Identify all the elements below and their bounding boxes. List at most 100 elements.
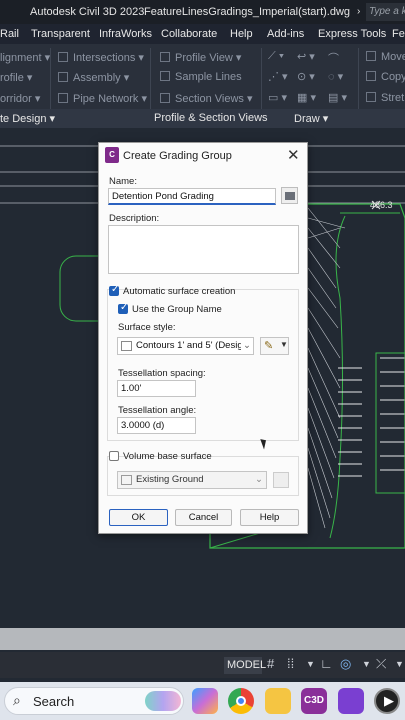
pick-surface-icon[interactable] <box>273 472 289 488</box>
name-input[interactable]: Detention Pond Grading <box>108 188 276 205</box>
use-group-name-checkbox[interactable] <box>118 302 128 314</box>
profile-view-tool[interactable]: Profile View ▾ <box>160 51 241 64</box>
arc-icon[interactable]: ⌒ <box>328 50 339 66</box>
file-title: FeatureLinesGradings_Imperial(start).dwg <box>144 6 351 18</box>
search-icon: ⌕ <box>13 692 21 708</box>
ortho-icon[interactable]: ∟ <box>320 656 333 671</box>
polyline-icon[interactable]: ↩ ▾ <box>297 50 315 63</box>
snap-icon[interactable]: ⁞⁞ <box>287 656 294 671</box>
cancel-button[interactable]: Cancel <box>175 509 232 526</box>
tab-rail[interactable]: Rail <box>0 28 19 40</box>
corridor-tool[interactable]: orridor ▾ <box>0 92 40 105</box>
move-tool[interactable]: Move <box>366 51 405 63</box>
copy-icon <box>366 71 376 81</box>
chevron-down-icon: ▼ <box>280 340 288 349</box>
panel-create-design[interactable]: te Design ▾ <box>0 112 55 125</box>
grid-icon[interactable]: # <box>267 656 274 671</box>
pipe-network-icon <box>58 93 68 103</box>
title-bar: Autodesk Civil 3D 2023 FeatureLinesGradi… <box>0 0 405 24</box>
tab-feature[interactable]: Fea <box>392 28 405 40</box>
tab-collaborate[interactable]: Collaborate <box>161 28 217 40</box>
profile-view-icon <box>160 52 170 62</box>
chevron-right-icon[interactable]: › <box>357 6 360 17</box>
chevron-down-icon: ⌄ <box>255 474 263 485</box>
name-label: Name: <box>109 176 137 187</box>
rectangle-icon[interactable]: ▭ ▾ <box>268 91 287 104</box>
coordinate-label: 486.3 <box>370 200 393 210</box>
help-search-input[interactable]: Type a ke <box>366 3 405 21</box>
panel-draw[interactable]: Draw ▾ <box>294 112 328 125</box>
taskbar-search[interactable]: ⌕ Search <box>4 687 184 715</box>
create-grading-group-dialog: C Create Grading Group ✕ Name: Detention… <box>98 142 308 534</box>
use-group-name-label: Use the Group Name <box>132 304 222 315</box>
surface-style-select[interactable]: Contours 1' and 5' (Desig ⌄ <box>117 337 254 355</box>
ribbon-separator <box>358 48 359 110</box>
section-views-tool[interactable]: Section Views ▾ <box>160 92 252 105</box>
intersections-icon <box>58 52 68 62</box>
base-surface-value: Existing Ground <box>136 474 204 485</box>
close-icon[interactable]: ✕ <box>287 146 300 164</box>
edit-style-button[interactable]: ✎ ▼ <box>260 337 289 355</box>
chevron-down-icon[interactable]: ▼ <box>306 659 315 669</box>
tab-transparent[interactable]: Transparent <box>31 28 90 40</box>
spline-icon[interactable]: ⋰ ▾ <box>268 70 288 83</box>
copilot-icon[interactable] <box>192 688 218 714</box>
assembly-label: Assembly ▾ <box>73 72 130 84</box>
panel-profile-section-views[interactable]: Profile & Section Views <box>154 112 268 124</box>
auto-surface-checkbox[interactable] <box>109 284 119 296</box>
tab-express-tools[interactable]: Express Tools <box>318 28 386 40</box>
polar-icon[interactable]: ◎ <box>340 656 351 672</box>
civil3d-app-icon: C <box>105 147 119 163</box>
chevron-down-icon[interactable]: ▼ <box>395 659 404 669</box>
tessellation-angle-input[interactable]: 3.0000 (d) <box>117 417 196 434</box>
ellipse-icon[interactable]: ◌ ▾ <box>328 70 343 83</box>
pipe-network-tool[interactable]: Pipe Network ▾ <box>58 92 147 105</box>
stretch-icon <box>366 92 376 102</box>
volume-base-label: Volume base surface <box>123 451 212 462</box>
intersections-tool[interactable]: Intersections ▾ <box>58 51 144 64</box>
tab-help[interactable]: Help <box>230 28 253 40</box>
ribbon-separator <box>261 48 262 110</box>
circle-icon[interactable]: ⊙ ▾ <box>297 70 315 83</box>
pick-icon[interactable] <box>281 187 298 204</box>
auto-surface-label: Automatic surface creation <box>123 286 236 297</box>
ribbon-separator <box>150 48 151 110</box>
profile-tool[interactable]: rofile ▾ <box>0 71 32 84</box>
gradient-icon[interactable]: ▤ ▾ <box>328 91 347 104</box>
section-views-label: Section Views ▾ <box>175 93 253 105</box>
tessellation-spacing-input[interactable]: 1.00' <box>117 380 196 397</box>
isodraft-icon[interactable]: ⤫ <box>376 656 386 672</box>
alignment-tool[interactable]: lignment ▾ <box>0 51 50 64</box>
surface-style-value: Contours 1' and 5' (Desig <box>136 340 243 351</box>
surface-style-label: Surface style: <box>118 322 176 333</box>
move-icon <box>366 51 376 61</box>
sample-lines-tool[interactable]: Sample Lines <box>160 71 242 83</box>
intersections-label: Intersections ▾ <box>73 52 144 64</box>
copy-tool[interactable]: Copy <box>366 71 405 83</box>
assembly-tool[interactable]: Assembly ▾ <box>58 71 129 84</box>
help-button[interactable]: Help <box>240 509 299 526</box>
tessellation-spacing-label: Tessellation spacing: <box>118 368 206 379</box>
chrome-icon[interactable] <box>228 688 254 714</box>
hatch-icon[interactable]: ▦ ▾ <box>297 91 316 104</box>
volume-base-checkbox[interactable] <box>109 451 119 461</box>
chevron-down-icon[interactable]: ▼ <box>362 659 371 669</box>
stretch-label: Stret <box>381 92 405 104</box>
ok-button[interactable]: OK <box>109 509 168 526</box>
ribbon-panel-titles: te Design ▾ Profile & Section Views Draw… <box>0 109 405 128</box>
description-textarea[interactable] <box>108 225 299 274</box>
civil3d-taskbar-icon[interactable]: C3D <box>301 688 327 714</box>
base-surface-select[interactable]: Existing Ground ⌄ <box>117 471 267 489</box>
stretch-tool[interactable]: Stret <box>366 92 404 104</box>
media-player-icon[interactable]: ▶ <box>374 688 400 714</box>
file-explorer-icon[interactable] <box>265 688 291 714</box>
sample-lines-icon <box>160 71 170 81</box>
description-label: Description: <box>109 213 160 224</box>
line-icon[interactable]: ⟋ ▾ <box>268 50 284 63</box>
model-space-button[interactable]: MODEL <box>224 657 266 674</box>
tab-infraworks[interactable]: InfraWorks <box>99 28 152 40</box>
edit-style-icon: ✎ <box>264 340 274 352</box>
surface-style-icon <box>121 341 132 351</box>
clipchamp-icon[interactable] <box>338 688 364 714</box>
tab-add-ins[interactable]: Add-ins <box>267 28 304 40</box>
